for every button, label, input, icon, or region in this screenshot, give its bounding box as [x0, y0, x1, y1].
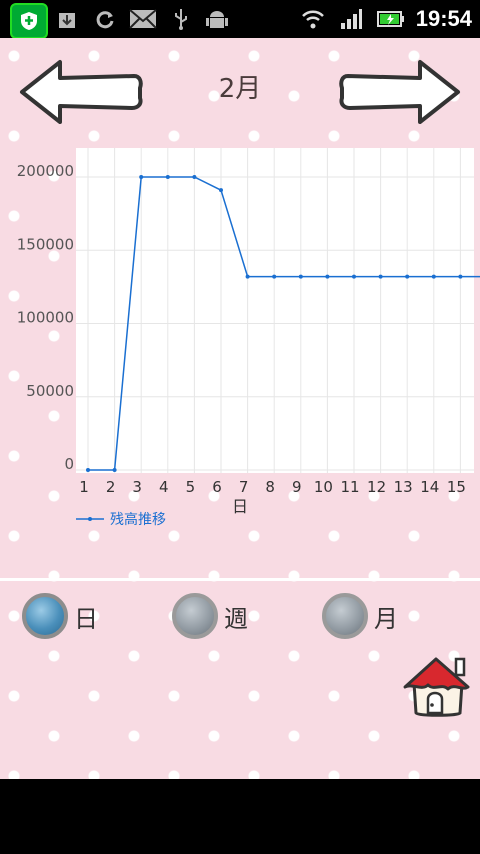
radio-button-month[interactable] — [322, 593, 368, 639]
y-tick-label: 200000 — [17, 162, 74, 180]
y-tick-label: 0 — [64, 455, 74, 473]
y-tick-label: 150000 — [17, 235, 74, 253]
data-point — [139, 175, 144, 179]
data-point — [378, 274, 383, 279]
y-tick-label: 100000 — [17, 309, 74, 327]
house-icon — [403, 657, 470, 717]
y-tick-label: 50000 — [26, 382, 74, 400]
divider — [0, 578, 480, 581]
data-point — [325, 274, 330, 279]
left-arrow-icon — [20, 60, 143, 124]
download-icon — [54, 6, 80, 32]
legend-marker — [88, 517, 92, 521]
data-point — [112, 468, 117, 472]
prev-month-button[interactable] — [16, 58, 144, 126]
x-tick-label: 14 — [420, 478, 439, 496]
status-bar: 19:54 — [0, 0, 480, 39]
x-tick-label: 4 — [159, 478, 169, 496]
battery-icon — [376, 6, 406, 32]
next-month-button[interactable] — [336, 58, 464, 126]
x-tick-label: 2 — [106, 478, 116, 496]
data-point — [458, 274, 463, 279]
home-button[interactable] — [402, 653, 472, 719]
x-axis-label: 日 — [232, 497, 248, 516]
data-point — [272, 274, 277, 279]
android-icon — [204, 6, 230, 32]
radio-button-week[interactable] — [172, 593, 218, 639]
data-point — [431, 274, 436, 279]
radio-button-day[interactable] — [22, 593, 68, 639]
data-point — [245, 274, 250, 279]
x-tick-label: 3 — [132, 478, 142, 496]
period-option-month[interactable]: 月 — [322, 590, 398, 642]
chart-svg: 2000001500001000005000001 2 3 4 5 6 7 8 9 10 11 12 1… — [17, 148, 480, 528]
mail-icon — [128, 6, 158, 32]
right-arrow-icon — [339, 60, 460, 124]
bottom-bar — [0, 779, 480, 854]
period-option-week[interactable]: 週 — [172, 590, 248, 642]
app-content: 2月 200000 150000 100000 50000 0 1 2 3 4 5 6 7 8 9 10 11… — [0, 38, 480, 779]
balance-chart: 200000 150000 100000 50000 0 1 2 3 4 5 6 7 8 9 10 11 12 1… — [0, 146, 480, 576]
data-point — [405, 274, 410, 279]
x-tick-label: 12 — [367, 478, 386, 496]
data-point — [165, 175, 170, 179]
data-point — [86, 468, 90, 472]
x-tick-label: 1 — [79, 478, 89, 496]
x-tick-label: 13 — [394, 478, 413, 496]
data-point — [219, 188, 223, 193]
signal-icon — [338, 6, 364, 32]
legend-label: 残高推移 — [110, 511, 166, 528]
x-tick-label: 5 — [186, 478, 196, 496]
data-point — [192, 175, 197, 179]
usb-icon — [168, 6, 194, 32]
period-label-day: 日 — [74, 604, 98, 633]
wifi-icon — [300, 6, 326, 32]
period-label-month: 月 — [374, 604, 398, 633]
x-tick-label: 15 — [447, 478, 466, 496]
period-option-day[interactable]: 日 — [22, 590, 98, 642]
x-tick-label: 11 — [340, 478, 359, 496]
period-label-week: 週 — [224, 604, 248, 633]
shield-app-icon — [10, 3, 48, 39]
status-time: 19:54 — [415, 6, 472, 31]
sync-icon — [92, 6, 118, 32]
x-tick-label: 10 — [314, 478, 333, 496]
data-point — [352, 274, 356, 279]
x-tick-label: 9 — [292, 478, 302, 496]
x-tick-label: 7 — [239, 478, 249, 496]
x-tick-label: 8 — [265, 478, 275, 496]
x-tick-label: 6 — [212, 478, 222, 496]
month-title: 2月 — [218, 74, 262, 104]
data-point — [298, 274, 303, 279]
